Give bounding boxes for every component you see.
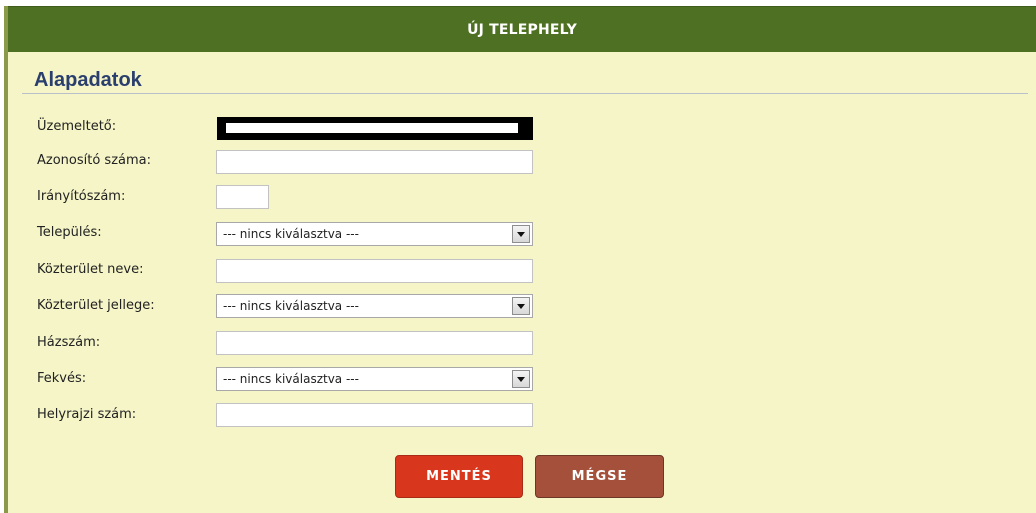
settlement-select-value: --- nincs kiválasztva --- xyxy=(223,227,359,241)
house-number-input[interactable] xyxy=(216,331,533,355)
operator-label: Üzemeltető: xyxy=(37,119,117,134)
settlement-label: Település: xyxy=(37,225,102,240)
parcel-number-label: Helyrajzi szám: xyxy=(37,407,137,422)
street-name-input[interactable] xyxy=(216,259,533,283)
street-type-select[interactable]: --- nincs kiválasztva --- xyxy=(216,294,533,318)
dialog-header: ÚJ TELEPHELY xyxy=(8,6,1036,52)
street-type-select-value: --- nincs kiválasztva --- xyxy=(223,299,359,313)
street-name-label: Közterület neve: xyxy=(37,262,144,277)
id-number-input[interactable] xyxy=(216,150,533,174)
chevron-down-icon[interactable] xyxy=(512,225,530,243)
operator-field-redacted xyxy=(217,117,533,140)
location-select-value: --- nincs kiválasztva --- xyxy=(223,372,359,386)
street-type-label: Közterület jellege: xyxy=(37,298,155,313)
chevron-down-icon[interactable] xyxy=(512,297,530,315)
section-divider xyxy=(22,93,1028,94)
chevron-down-icon[interactable] xyxy=(512,370,530,388)
location-label: Fekvés: xyxy=(37,371,87,386)
section-title: Alapadatok xyxy=(34,69,142,91)
settlement-select[interactable]: --- nincs kiválasztva --- xyxy=(216,222,533,246)
house-number-label: Házszám: xyxy=(37,335,101,350)
dialog-title: ÚJ TELEPHELY xyxy=(467,21,577,38)
redaction-box xyxy=(226,123,518,133)
postal-code-input[interactable] xyxy=(216,185,269,209)
location-select[interactable]: --- nincs kiválasztva --- xyxy=(216,367,533,391)
parcel-number-input[interactable] xyxy=(216,403,533,427)
cancel-button[interactable]: MÉGSE xyxy=(535,455,664,498)
save-button[interactable]: MENTÉS xyxy=(395,455,523,498)
id-number-label: Azonosító száma: xyxy=(37,153,152,168)
new-site-dialog: ÚJ TELEPHELY Alapadatok Üzemeltető: Azon… xyxy=(4,6,1036,513)
postal-code-label: Irányítószám: xyxy=(37,189,126,204)
